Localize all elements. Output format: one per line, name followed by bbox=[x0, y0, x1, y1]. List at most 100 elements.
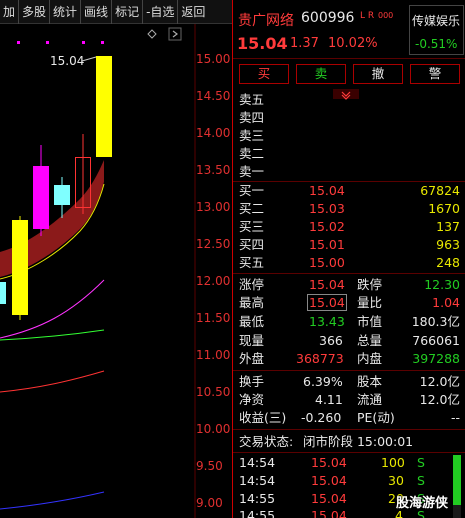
stat-label: 流通 bbox=[357, 392, 383, 407]
tick-time: 14:54 bbox=[239, 455, 276, 470]
signal-marker bbox=[101, 41, 104, 44]
price-tick: 14.00 bbox=[196, 126, 231, 140]
tick-price: 15.04 bbox=[311, 473, 347, 488]
stat-value: 15.04 bbox=[309, 277, 345, 292]
candle bbox=[96, 56, 112, 157]
stat-value: 397288 bbox=[412, 351, 460, 366]
price-tick: 13.00 bbox=[196, 200, 231, 214]
stat-value: 12.0亿 bbox=[419, 374, 460, 389]
price-tick: 11.50 bbox=[196, 311, 231, 325]
stats-row: 外盘 368773 内盘 397288 bbox=[233, 350, 465, 367]
toolbar-item-remove-watchlist[interactable]: -自选 bbox=[143, 0, 179, 24]
bid-price: 15.03 bbox=[309, 201, 345, 216]
stat-value: 12.30 bbox=[424, 277, 460, 292]
tick-volume: 30 bbox=[388, 473, 404, 488]
tick-row: 14:54 15.04 100 S bbox=[233, 454, 465, 471]
candle bbox=[33, 166, 49, 229]
signal-marker bbox=[46, 41, 49, 44]
stat-value: 766061 bbox=[412, 333, 460, 348]
stat-label: 股本 bbox=[357, 374, 383, 389]
ask-label: 卖二 bbox=[239, 146, 265, 161]
bid-price: 15.02 bbox=[309, 219, 345, 234]
ask-label: 卖五 bbox=[239, 92, 265, 107]
candle bbox=[0, 282, 6, 304]
stat-label: 净资 bbox=[239, 392, 265, 407]
bid-volume: 963 bbox=[436, 237, 460, 252]
ma-line-red bbox=[0, 370, 105, 393]
toolbar-item-statistics[interactable]: 统计 bbox=[50, 0, 82, 24]
quote-panel: 贵广网络 600996 L R 000 传媒娱乐 -0.51% 15.04 1.… bbox=[232, 0, 465, 518]
ma-line-green bbox=[0, 329, 105, 341]
candle bbox=[54, 185, 70, 205]
bid-row[interactable]: 买三 15.02 137 bbox=[233, 218, 465, 235]
candle bbox=[12, 220, 28, 315]
bid-volume: 248 bbox=[436, 255, 460, 270]
sell-button[interactable]: 卖 bbox=[296, 64, 346, 84]
bid-label: 买五 bbox=[239, 255, 265, 270]
bid-row[interactable]: 买一 15.04 67824 bbox=[233, 182, 465, 199]
tick-scrollbar-thumb[interactable] bbox=[453, 455, 461, 505]
stat-label: 市值 bbox=[357, 314, 383, 329]
chart-high-label: 15.04 bbox=[50, 54, 85, 68]
buy-button[interactable]: 买 bbox=[239, 64, 289, 84]
bid-volume: 67824 bbox=[420, 183, 460, 198]
stats-row: 最低 13.43 市值 180.3亿 bbox=[233, 313, 465, 330]
stat-label: 现量 bbox=[239, 333, 265, 348]
tick-price: 15.04 bbox=[311, 508, 347, 518]
stats-row: 涨停 15.04 跌停 12.30 bbox=[233, 276, 465, 293]
bid-row[interactable]: 买四 15.01 963 bbox=[233, 236, 465, 253]
stock-tags: L R bbox=[360, 11, 375, 21]
toolbar-item-multi-stock[interactable]: 多股 bbox=[19, 0, 51, 24]
toolbar-item-add[interactable]: 加 bbox=[0, 0, 20, 24]
kline-chart[interactable]: 15.04 15.00 14.50 14.00 13.50 13.00 12.5… bbox=[0, 24, 232, 518]
chart-toolbar: 加 多股 统计 画线 标记 -自选 返回 bbox=[0, 0, 232, 24]
bid-price: 15.00 bbox=[309, 255, 345, 270]
price-tick: 15.00 bbox=[196, 52, 231, 66]
tick-direction: S bbox=[417, 473, 425, 488]
stats-row: 最高 15.04 量比 1.04 bbox=[233, 294, 465, 311]
stat-label: 量比 bbox=[357, 295, 383, 310]
sector-name: 传媒娱乐 bbox=[412, 14, 461, 28]
stats-row: 现量 366 总量 766061 bbox=[233, 332, 465, 349]
toolbar-item-draw-line[interactable]: 画线 bbox=[81, 0, 113, 24]
stat-label: 跌停 bbox=[357, 277, 383, 292]
stat-value: 12.0亿 bbox=[419, 392, 460, 407]
bid-price: 15.01 bbox=[309, 237, 345, 252]
ask-label: 卖一 bbox=[239, 164, 265, 179]
stat-value: -- bbox=[450, 410, 460, 425]
stat-value: 15.04 bbox=[307, 294, 347, 311]
bid-row[interactable]: 买二 15.03 1670 bbox=[233, 200, 465, 217]
sector-change-pct: -0.51% bbox=[415, 37, 458, 51]
chevron-right-icon bbox=[172, 30, 178, 38]
stat-label: 收益(三) bbox=[239, 410, 287, 425]
bid-label: 买一 bbox=[239, 183, 265, 198]
ask-row: 卖一 bbox=[233, 163, 465, 180]
sector-box[interactable]: 传媒娱乐 -0.51% bbox=[409, 5, 464, 55]
price-change: 1.37 bbox=[290, 36, 319, 51]
stat-value: 180.3亿 bbox=[411, 314, 460, 329]
toolbar-item-back[interactable]: 返回 bbox=[178, 0, 208, 24]
cancel-order-button[interactable]: 撤 bbox=[353, 64, 403, 84]
stat-value: 368773 bbox=[296, 351, 344, 366]
stat-label: 最高 bbox=[239, 295, 265, 310]
stat-value: 4.11 bbox=[315, 392, 343, 407]
bid-row[interactable]: 买五 15.00 248 bbox=[233, 254, 465, 271]
stock-tag-small: 000 bbox=[378, 11, 394, 20]
stats-row: 净资 4.11 流通 12.0亿 bbox=[233, 391, 465, 408]
price-tick: 12.00 bbox=[196, 274, 231, 288]
stat-label: 涨停 bbox=[239, 277, 265, 292]
tick-volume: 100 bbox=[381, 455, 405, 470]
stat-label: 换手 bbox=[239, 374, 265, 389]
tick-price: 15.04 bbox=[311, 455, 347, 470]
alert-button[interactable]: 警 bbox=[410, 64, 460, 84]
bid-volume: 137 bbox=[436, 219, 460, 234]
stat-value: -0.260 bbox=[301, 410, 342, 425]
toolbar-item-mark[interactable]: 标记 bbox=[112, 0, 144, 24]
stock-name: 贵广网络 bbox=[238, 13, 294, 29]
stat-label: PE(动) bbox=[357, 410, 395, 425]
bid-volume: 1670 bbox=[428, 201, 460, 216]
tick-scrollbar[interactable] bbox=[453, 455, 461, 518]
stats-row: 换手 6.39% 股本 12.0亿 bbox=[233, 373, 465, 390]
stock-code: 600996 bbox=[301, 10, 355, 26]
ask-label: 卖四 bbox=[239, 110, 265, 125]
